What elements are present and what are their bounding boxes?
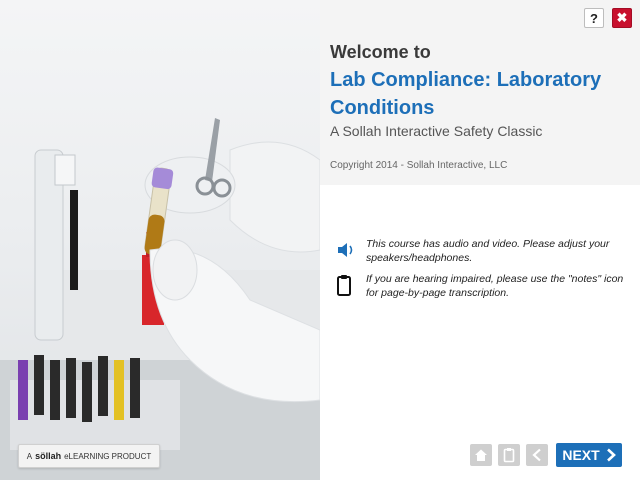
home-button[interactable] bbox=[470, 444, 492, 466]
home-icon bbox=[475, 449, 487, 461]
notes-button[interactable] bbox=[498, 444, 520, 466]
close-icon: ✖ bbox=[616, 10, 628, 25]
next-button[interactable]: NEXT bbox=[556, 443, 622, 467]
close-button[interactable]: ✖ bbox=[612, 8, 632, 28]
next-label: NEXT bbox=[562, 447, 600, 463]
hearing-note: If you are hearing impaired, please use … bbox=[366, 273, 624, 299]
back-button[interactable] bbox=[526, 444, 548, 466]
welcome-heading: Welcome to bbox=[330, 42, 431, 62]
elearning-badge: A söllah eLEARNING PRODUCT bbox=[18, 444, 160, 468]
lab-scene-illustration bbox=[0, 118, 320, 480]
clipboard-icon bbox=[337, 275, 351, 296]
chevron-left-icon bbox=[532, 448, 541, 462]
help-icon: ? bbox=[590, 10, 598, 26]
badge-brand: söllah bbox=[35, 451, 62, 461]
chevron-right-icon bbox=[606, 448, 616, 462]
lab-photo: A söllah eLEARNING PRODUCT bbox=[0, 0, 320, 480]
badge-suffix: eLEARNING PRODUCT bbox=[64, 451, 152, 461]
speaker-icon bbox=[338, 243, 353, 257]
copyright-text: Copyright 2014 - Sollah Interactive, LLC bbox=[330, 160, 508, 171]
course-title: Lab Compliance: Laboratory Conditions bbox=[330, 69, 602, 119]
audio-note: This course has audio and video. Please … bbox=[366, 238, 610, 264]
course-subtitle: A Sollah Interactive Safety Classic bbox=[330, 123, 543, 139]
help-button[interactable]: ? bbox=[584, 8, 604, 28]
badge-prefix: A bbox=[26, 451, 33, 461]
notes-icon bbox=[503, 448, 515, 463]
